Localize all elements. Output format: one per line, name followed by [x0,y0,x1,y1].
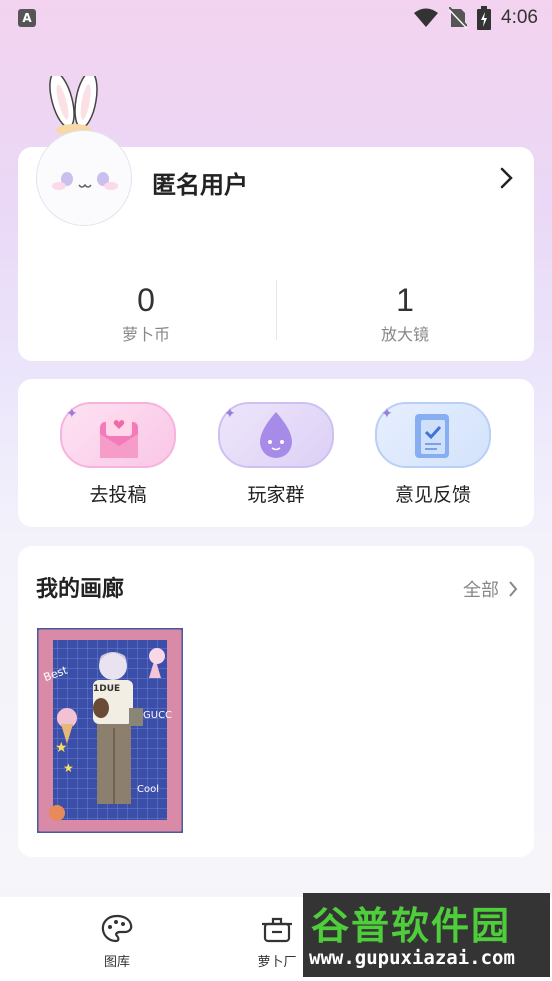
quick-action-submit[interactable]: ✦ 去投稿 [58,402,178,507]
avatar[interactable] [34,71,134,232]
gallery-item[interactable]: 1DUE Best GUCC Cool ★ ★ [35,626,185,835]
watermark-logo: 谷普软件园 www.gupuxiazai.com [303,893,550,977]
gallery-all-label: 全部 [463,580,499,601]
quick-action-label: 意见反馈 [394,484,471,506]
chevron-right-icon[interactable] [500,166,514,190]
username[interactable]: 匿名用户 [152,165,248,200]
artwork-thumbnail: 1DUE Best GUCC Cool ★ ★ [35,626,185,835]
pot-icon [262,917,292,943]
chat-bubble-icon: ✦ [218,402,334,468]
thumb-text: GUCC [143,710,172,721]
svg-text:✦: ✦ [381,406,393,422]
chevron-right-icon [508,581,518,597]
wifi-icon [414,8,439,27]
stat-value: 0 [137,282,155,318]
status-bar: A 4:06 [0,0,552,38]
svg-text:★: ★ [55,740,68,756]
nav-item-gallery[interactable]: 图库 [67,913,167,970]
svg-text:✦: ✦ [224,406,236,422]
quick-action-label: 玩家群 [247,484,305,506]
gallery-view-all[interactable]: 全部 [463,576,518,602]
submit-mail-icon: ✦ [60,402,176,468]
palette-icon [101,914,133,943]
quick-action-feedback[interactable]: ✦ 意见反馈 [373,402,493,507]
stat-magnifier[interactable]: 1 放大镜 [305,282,505,345]
svg-text:✦: ✦ [66,406,78,422]
battery-icon [477,6,492,30]
stat-coins[interactable]: 0 萝卜币 [46,282,246,345]
watermark-title: 谷普软件园 [311,904,512,948]
thumb-text: Cool [137,784,159,795]
quick-action-label: 去投稿 [89,484,147,506]
app-badge-icon: A [18,9,36,27]
quick-action-group[interactable]: ✦ 玩家群 [216,402,336,507]
stat-value: 1 [396,282,414,318]
svg-text:★: ★ [63,761,74,775]
watermark-url: www.gupuxiazai.com [309,947,515,969]
clock: 4:06 [501,7,538,28]
thumb-text: 1DUE [93,684,120,694]
gallery-title: 我的画廊 [36,577,125,602]
stat-label: 萝卜币 [121,325,170,344]
nav-label: 图库 [103,955,130,970]
avatar-face [36,130,132,226]
feedback-clipboard-icon: ✦ [375,402,491,468]
divider [276,280,277,340]
no-sim-icon [449,7,468,29]
status-icons: 4:06 [413,6,538,30]
stat-label: 放大镜 [380,325,429,344]
